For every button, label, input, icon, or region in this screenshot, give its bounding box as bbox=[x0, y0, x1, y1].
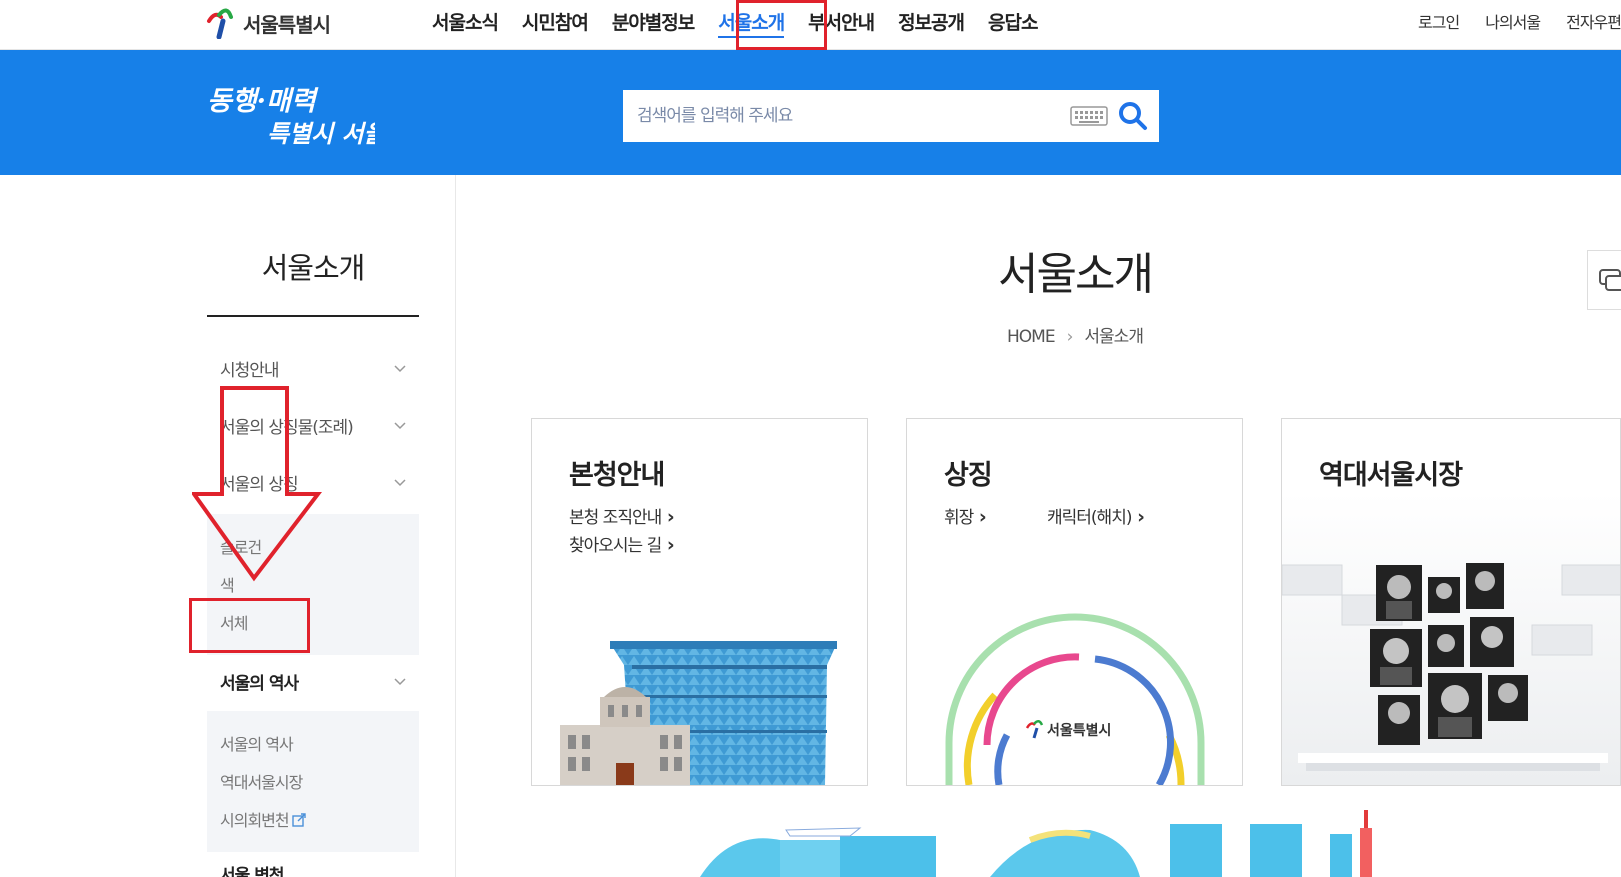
global-nav: 서울소식 시민참여 분야별정보 서울소개 부서안내 정보공개 응답소 bbox=[420, 0, 1049, 42]
sidebar-item-city-hall-guide[interactable]: 시청안내 bbox=[207, 348, 419, 388]
slogan-line-2: 특별시 서울 bbox=[267, 119, 375, 148]
symbol-rainbow-illustration: 서울특별시 bbox=[945, 613, 1205, 785]
blue-banner: 동행·매력 특별시 서울 bbox=[0, 50, 1621, 175]
search-icon[interactable] bbox=[1117, 100, 1149, 132]
chevron-down-icon bbox=[394, 678, 406, 686]
gnb-info-disclosure[interactable]: 정보공개 bbox=[886, 0, 976, 42]
email-link[interactable]: 전자우편 bbox=[1566, 9, 1621, 42]
link-character-haechi[interactable]: 캐릭터(해치) bbox=[1047, 503, 1144, 528]
seoul-logo[interactable]: 서울특별시 bbox=[205, 4, 331, 42]
keyboard-icon[interactable] bbox=[1070, 106, 1108, 126]
gnb-department-guide[interactable]: 부서안내 bbox=[796, 0, 886, 42]
link-directions[interactable]: 찾아오시는 길 bbox=[569, 531, 674, 556]
card-title: 역대서울시장 bbox=[1319, 460, 1463, 491]
chevron-down-icon bbox=[394, 479, 406, 487]
breadcrumb: HOME › 서울소개 bbox=[700, 322, 1450, 347]
bottom-illustrations bbox=[700, 810, 1372, 877]
seoul-logo-icon bbox=[207, 8, 233, 39]
login-link[interactable]: 로그인 bbox=[1418, 9, 1460, 42]
gnb-eungdapso[interactable]: 응답소 bbox=[976, 0, 1049, 42]
breadcrumb-separator-icon: › bbox=[1066, 327, 1074, 347]
external-link-icon bbox=[291, 813, 306, 827]
sidebar-item-seoul-change[interactable]: 서울 변천 bbox=[207, 861, 419, 877]
top-nav: 서울특별시 서울소식 시민참여 분야별정보 서울소개 부서안내 정보공개 응답소… bbox=[0, 0, 1621, 50]
emblem-text: 서울특별시 bbox=[1047, 722, 1111, 739]
sidebar-item-symbol-ordinance[interactable]: 서울의 상징물(조례) bbox=[207, 405, 419, 445]
side-floating-tab[interactable] bbox=[1587, 250, 1621, 310]
history-submenu: 서울의 역사 역대서울시장 시의회변천 bbox=[207, 711, 419, 852]
card-former-mayors[interactable]: 역대서울시장 bbox=[1281, 418, 1621, 786]
emblem-logo-icon bbox=[1025, 720, 1044, 739]
city-hall-building-illustration bbox=[560, 641, 837, 785]
breadcrumb-current: 서울소개 bbox=[1084, 327, 1144, 347]
gnb-seoul-intro[interactable]: 서울소개 bbox=[706, 0, 796, 42]
submenu-former-mayors[interactable]: 역대서울시장 bbox=[220, 769, 303, 793]
card-main-building[interactable]: 본청안내 본청 조직안내 찾아오시는 길 bbox=[531, 418, 868, 786]
mayor-portraits-illustration bbox=[1282, 563, 1620, 771]
slogan-logo[interactable]: 동행·매력 특별시 서울 bbox=[205, 80, 375, 150]
submenu-seoul-history[interactable]: 서울의 역사 bbox=[220, 731, 294, 755]
card-title: 상징 bbox=[944, 460, 993, 491]
chat-icon bbox=[1599, 269, 1621, 291]
portrait-frames bbox=[1370, 563, 1528, 745]
vertical-divider bbox=[455, 175, 456, 877]
my-seoul-link[interactable]: 나의서울 bbox=[1485, 9, 1541, 42]
submenu-slogan[interactable]: 슬로건 bbox=[220, 534, 262, 558]
gnb-seoul-news[interactable]: 서울소식 bbox=[420, 0, 510, 42]
chevron-down-icon bbox=[394, 365, 406, 373]
chevron-down-icon bbox=[394, 422, 406, 430]
search-box bbox=[623, 90, 1159, 142]
submenu-council-history[interactable]: 시의회변천 bbox=[220, 807, 306, 831]
sidebar-item-seoul-symbol[interactable]: 서울의 상징 bbox=[207, 462, 419, 502]
sidebar: 서울소개 시청안내 서울의 상징물(조례) 서울의 상징 슬로건 색 서체 서울… bbox=[207, 175, 419, 877]
sidebar-title: 서울소개 bbox=[261, 251, 366, 285]
search-input[interactable] bbox=[637, 90, 1077, 142]
link-organization-guide[interactable]: 본청 조직안내 bbox=[569, 503, 674, 528]
symbol-submenu: 슬로건 색 서체 bbox=[207, 514, 419, 655]
card-symbol[interactable]: 상징 휘장 캐릭터(해치) 서울특별시 bbox=[906, 418, 1243, 786]
submenu-color[interactable]: 색 bbox=[220, 572, 235, 596]
card-title: 본청안내 bbox=[569, 460, 665, 491]
sidebar-divider bbox=[207, 315, 419, 317]
slogan-line-1: 동행·매력 bbox=[207, 86, 319, 117]
utility-menu: 로그인 나의서울 전자우편 bbox=[1418, 0, 1621, 42]
sidebar-item-seoul-history[interactable]: 서울의 역사 bbox=[207, 661, 419, 701]
link-emblem[interactable]: 휘장 bbox=[944, 503, 986, 528]
page: 서울특별시 서울소식 시민참여 분야별정보 서울소개 부서안내 정보공개 응답소… bbox=[0, 0, 1621, 877]
submenu-typeface[interactable]: 서체 bbox=[220, 610, 248, 634]
page-title: 서울소개 bbox=[998, 249, 1154, 300]
logo-text: 서울특별시 bbox=[243, 12, 331, 37]
gnb-field-info[interactable]: 분야별정보 bbox=[600, 0, 706, 42]
breadcrumb-home[interactable]: HOME bbox=[1007, 327, 1056, 347]
gnb-citizen-participation[interactable]: 시민참여 bbox=[510, 0, 600, 42]
